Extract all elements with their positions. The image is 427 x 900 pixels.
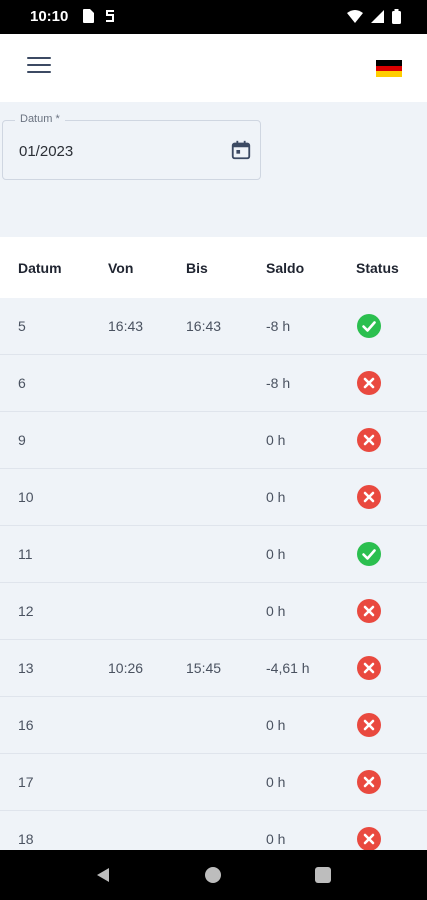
cell-saldo: 0 h xyxy=(266,489,286,505)
cell-von: 10:26 xyxy=(108,660,144,676)
cell-datum: 16 xyxy=(18,717,34,733)
filter-section: Datum * 01/2023 xyxy=(0,102,427,237)
recents-icon[interactable] xyxy=(315,867,331,883)
cell-datum: 6 xyxy=(18,375,26,391)
table-row[interactable]: 17 0 h xyxy=(0,754,427,811)
x-circle-icon xyxy=(357,371,381,395)
cell-bis: 15:45 xyxy=(186,660,222,676)
status-system-icons xyxy=(347,9,401,24)
cell-saldo: 0 h xyxy=(266,831,286,847)
check-circle-icon xyxy=(357,542,381,566)
hamburger-icon[interactable] xyxy=(27,57,51,77)
calendar-icon[interactable] xyxy=(230,139,252,161)
table-row[interactable]: 10 0 h xyxy=(0,469,427,526)
cell-datum: 18 xyxy=(18,831,34,847)
column-header-status[interactable]: Status xyxy=(356,260,399,276)
x-circle-icon xyxy=(357,770,381,794)
back-icon[interactable] xyxy=(95,867,111,883)
battery-icon xyxy=(392,9,401,24)
cell-saldo: 0 h xyxy=(266,774,286,790)
german-flag-icon[interactable] xyxy=(376,60,402,77)
x-circle-icon xyxy=(357,713,381,737)
column-header-von[interactable]: Von xyxy=(108,260,133,276)
cell-von: 16:43 xyxy=(108,318,144,334)
cell-datum: 12 xyxy=(18,603,34,619)
table-row[interactable]: 16 0 h xyxy=(0,697,427,754)
flag-stripe-gold xyxy=(376,71,402,77)
cell-saldo: 0 h xyxy=(266,432,286,448)
cell-datum: 11 xyxy=(18,546,33,562)
check-circle-icon xyxy=(357,314,381,338)
table-row[interactable]: 13 10:26 15:45 -4,61 h xyxy=(0,640,427,697)
app-s-icon xyxy=(106,10,114,22)
date-field-label: Datum * xyxy=(15,113,65,125)
x-circle-icon xyxy=(357,827,381,851)
x-circle-icon xyxy=(357,599,381,623)
table-row[interactable]: 5 16:43 16:43 -8 h xyxy=(0,298,427,355)
system-nav-bar xyxy=(0,850,427,900)
cell-saldo: 0 h xyxy=(266,546,286,562)
table-body: 5 16:43 16:43 -8 h 6 -8 h 9 0 h 10 0 h 1… xyxy=(0,298,427,868)
x-circle-icon xyxy=(357,428,381,452)
cell-saldo: 0 h xyxy=(266,717,286,733)
signal-icon xyxy=(371,10,384,23)
cell-datum: 5 xyxy=(18,318,26,334)
cell-datum: 13 xyxy=(18,660,34,676)
cell-datum: 17 xyxy=(18,774,34,790)
status-bar: 10:10 xyxy=(0,0,427,34)
table-row[interactable]: 9 0 h xyxy=(0,412,427,469)
date-field[interactable]: Datum * 01/2023 xyxy=(2,113,261,180)
cell-datum: 9 xyxy=(18,432,26,448)
app-bar xyxy=(0,34,427,103)
cell-datum: 10 xyxy=(18,489,34,505)
table-header: Datum Von Bis Saldo Status xyxy=(0,237,427,299)
cell-bis: 16:43 xyxy=(186,318,222,334)
table-row[interactable]: 6 -8 h xyxy=(0,355,427,412)
date-field-value[interactable]: 01/2023 xyxy=(19,143,73,160)
x-circle-icon xyxy=(357,485,381,509)
table-row[interactable]: 12 0 h xyxy=(0,583,427,640)
cell-saldo: -8 h xyxy=(266,318,291,334)
cell-saldo: 0 h xyxy=(266,603,286,619)
cell-saldo: -8 h xyxy=(266,375,291,391)
status-time: 10:10 xyxy=(30,8,69,25)
x-circle-icon xyxy=(357,656,381,680)
column-header-datum[interactable]: Datum xyxy=(18,260,62,276)
column-header-saldo[interactable]: Saldo xyxy=(266,260,304,276)
table-row[interactable]: 11 0 h xyxy=(0,526,427,583)
sim-card-icon xyxy=(83,9,94,23)
wifi-icon xyxy=(347,10,363,23)
home-icon[interactable] xyxy=(205,867,221,883)
cell-saldo: -4,61 h xyxy=(266,660,310,676)
column-header-bis[interactable]: Bis xyxy=(186,260,208,276)
status-notification-icons xyxy=(82,9,116,23)
